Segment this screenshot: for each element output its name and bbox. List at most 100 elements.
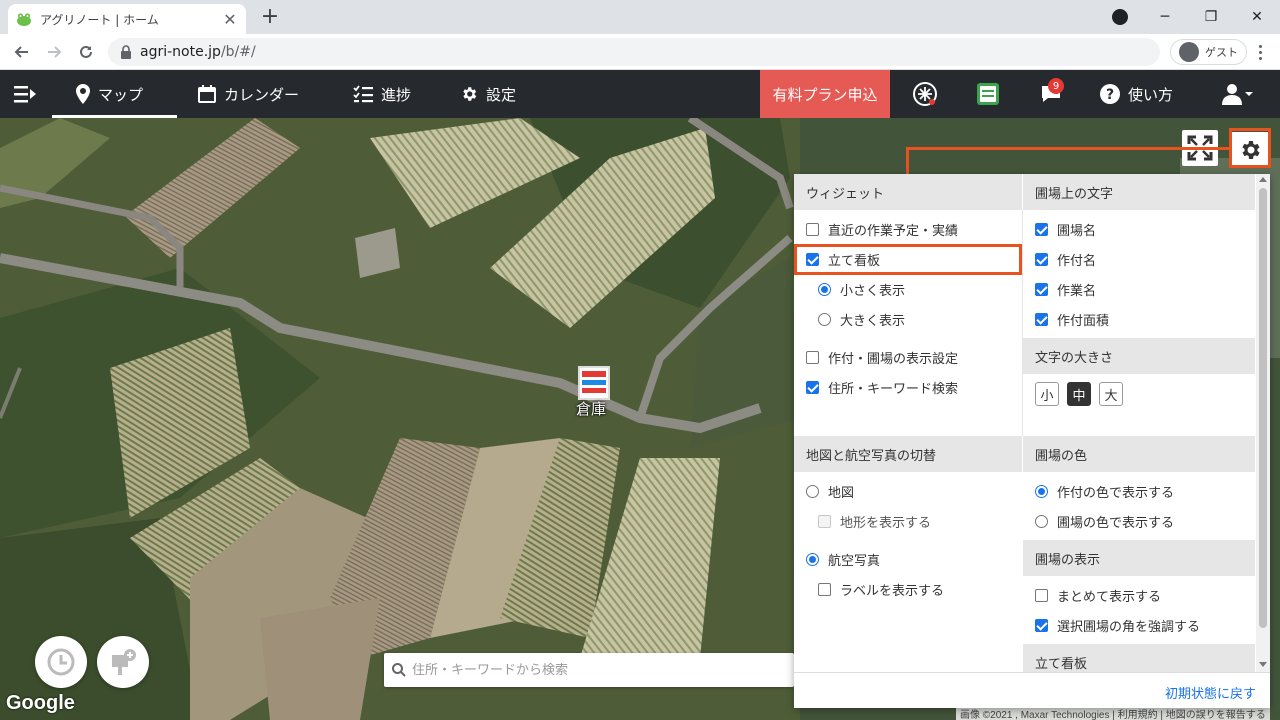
window-close-icon[interactable]: ✕	[1234, 0, 1280, 34]
history-button[interactable]	[35, 636, 87, 688]
checkbox[interactable]	[806, 380, 819, 394]
minimize-icon[interactable]: ─	[1142, 0, 1188, 34]
url-text: agri-note.jp/b/#/	[140, 44, 256, 60]
help-icon: ?	[1100, 84, 1120, 104]
guest-profile-button[interactable]: ゲスト	[1170, 39, 1247, 65]
tab-search-icon[interactable]	[1112, 9, 1128, 25]
reload-icon[interactable]	[74, 40, 98, 64]
radio[interactable]	[806, 484, 819, 498]
browser-menu-icon[interactable]	[1250, 42, 1270, 62]
checkbox[interactable]	[806, 350, 819, 364]
browser-tab-strip: アグリノート | ホーム ✕ + ─ ❐ ✕	[0, 0, 1280, 34]
checkbox[interactable]	[1035, 252, 1048, 266]
satellite-mode-option[interactable]: 航空写真	[806, 544, 880, 574]
text-size-medium-button[interactable]: 中	[1067, 382, 1091, 406]
premium-plan-button[interactable]: 有料プラン申込	[760, 70, 890, 118]
option-label: 圃場の色で表示する	[1057, 515, 1175, 531]
omnibox[interactable]: agri-note.jp/b/#/	[108, 38, 1160, 66]
billboard-highlight-box	[794, 244, 1022, 275]
reset-defaults-link[interactable]: 初期状態に戻す	[1165, 683, 1256, 702]
checkbox[interactable]	[818, 582, 831, 596]
widget-section-title: ウィジェット	[794, 174, 1022, 210]
option-label: 圃場名	[1057, 223, 1097, 239]
checkbox[interactable]	[1035, 222, 1048, 236]
emphasize-corners-option[interactable]: 選択圃場の角を強調する	[1035, 610, 1200, 640]
radio[interactable]	[1035, 514, 1048, 528]
address-search-input[interactable]	[412, 662, 782, 678]
add-billboard-button[interactable]	[97, 636, 149, 688]
search-icon	[392, 663, 406, 677]
nav-help-label: 使い方	[1128, 85, 1174, 104]
user-menu-icon[interactable]	[1218, 70, 1258, 118]
browser-tab[interactable]: アグリノート | ホーム ✕	[8, 4, 246, 34]
crop-name-option[interactable]: 作付名	[1035, 244, 1096, 274]
checkbox[interactable]	[1035, 282, 1048, 296]
option-label: 小さく表示	[840, 283, 906, 299]
checkbox[interactable]	[1035, 312, 1048, 326]
text-size-section-title: 文字の大きさ	[1023, 338, 1255, 374]
field-color-option[interactable]: 圃場の色で表示する	[1035, 506, 1174, 536]
notification-badge: 9	[1048, 78, 1064, 94]
weather-icon[interactable]	[908, 70, 942, 118]
close-tab-icon[interactable]: ✕	[222, 10, 238, 29]
radio[interactable]	[1035, 484, 1048, 498]
warehouse-label: 倉庫	[576, 400, 607, 418]
option-label: 航空写真	[828, 553, 881, 569]
billboard-small-option[interactable]: 小さく表示	[818, 274, 905, 304]
scroll-down-icon[interactable]	[1259, 662, 1267, 667]
radio[interactable]	[818, 312, 831, 326]
map-mode-option[interactable]: 地図	[806, 476, 854, 506]
checkbox[interactable]	[1035, 588, 1048, 602]
nav-help[interactable]: ? 使い方	[1100, 70, 1173, 118]
search-book-icon[interactable]	[974, 70, 1002, 118]
nav-progress[interactable]: 進捗	[353, 70, 411, 118]
guest-avatar-icon	[1179, 42, 1199, 62]
radio[interactable]	[818, 282, 831, 296]
scroll-up-icon[interactable]	[1259, 177, 1267, 182]
panel-footer: 初期状態に戻す	[794, 672, 1270, 708]
crop-color-option[interactable]: 作付の色で表示する	[1035, 476, 1174, 506]
tab-title: アグリノート | ホーム	[40, 12, 159, 27]
text-size-small-button[interactable]: 小	[1035, 382, 1059, 406]
option-label: 大きく表示	[840, 313, 906, 329]
checkbox[interactable]	[806, 222, 819, 236]
forward-icon[interactable]	[42, 40, 66, 64]
group-display-option[interactable]: まとめて表示する	[1035, 580, 1161, 610]
scroll-thumb[interactable]	[1259, 188, 1267, 628]
billboard-section-title: 立て看板	[1023, 644, 1255, 672]
radio[interactable]	[806, 552, 819, 566]
sidebar-toggle-icon[interactable]	[14, 70, 46, 118]
nav-calendar[interactable]: カレンダー	[198, 70, 299, 118]
restore-icon[interactable]: ❐	[1188, 0, 1234, 34]
back-icon[interactable]	[10, 40, 34, 64]
billboard-large-option[interactable]: 大きく表示	[818, 304, 905, 334]
panel-scrollbar[interactable]	[1256, 174, 1270, 672]
option-label: 直近の作業予定・実績	[828, 223, 959, 239]
gear-highlight-box	[1229, 128, 1271, 168]
map-switch-section-title: 地図と航空写真の切替	[794, 436, 1022, 472]
work-name-option[interactable]: 作業名	[1035, 274, 1096, 304]
option-label: 作業名	[1057, 283, 1097, 299]
map-attribution[interactable]: 画像 ©2021 , Maxar Technologies | 利用規約 | 地…	[956, 706, 1270, 720]
app-navbar: マップ カレンダー 進捗 設定 有料プラン申込 9 ? 使い方	[0, 70, 1280, 118]
new-tab-icon[interactable]: +	[258, 5, 282, 29]
crop-area-option[interactable]: 作付面積	[1035, 304, 1109, 334]
nav-map-label: マップ	[98, 85, 144, 104]
option-label: 作付面積	[1057, 313, 1110, 329]
field-name-option[interactable]: 圃場名	[1035, 214, 1096, 244]
checkbox[interactable]	[1035, 618, 1048, 632]
lock-icon	[121, 45, 131, 59]
text-size-large-button[interactable]: 大	[1099, 382, 1123, 406]
message-icon[interactable]: 9	[1036, 70, 1066, 118]
widget-recent-work-option[interactable]: 直近の作業予定・実績	[806, 214, 958, 244]
warehouse-billboard-icon[interactable]	[578, 366, 610, 400]
url-path: /b/#/	[220, 44, 256, 60]
nav-settings[interactable]: 設定	[460, 70, 516, 118]
show-labels-option[interactable]: ラベルを表示する	[818, 574, 944, 604]
nav-map[interactable]: マップ	[52, 70, 177, 118]
option-label: まとめて表示する	[1057, 589, 1162, 605]
billboard-add-icon	[112, 649, 136, 675]
widget-address-search-option[interactable]: 住所・キーワード検索	[806, 372, 958, 402]
widget-display-settings-option[interactable]: 作付・圃場の表示設定	[806, 342, 958, 372]
address-search-box[interactable]	[384, 653, 794, 687]
